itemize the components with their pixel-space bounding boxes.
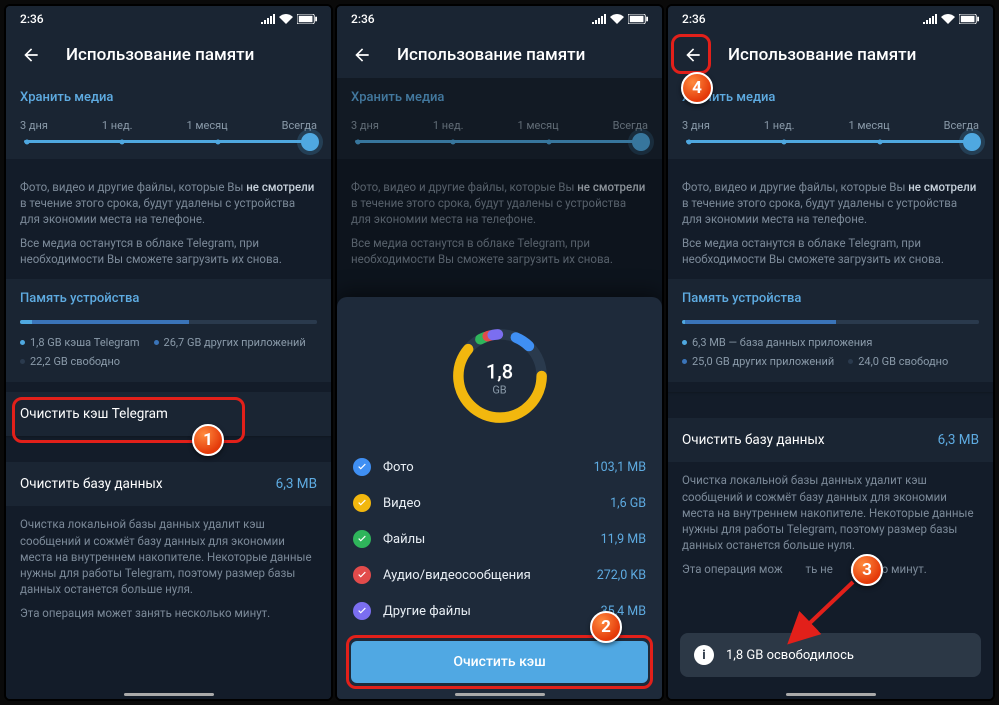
- cat-row-photo[interactable]: Фото 103,1 MB: [351, 449, 648, 485]
- statusbar: 2:36: [6, 6, 331, 32]
- clear-cache-label: Очистить кэш Telegram: [20, 406, 168, 422]
- content: Хранить медиа 3 дня1 нед. 1 месяцВсегда …: [668, 78, 993, 699]
- back-button[interactable]: [347, 40, 377, 70]
- clock: 2:36: [682, 12, 706, 26]
- clear-db-button[interactable]: Очистить базу данных 6,3 MB: [6, 462, 331, 506]
- cat-row-audio[interactable]: Аудио/видеосообщения 272,0 KB: [351, 557, 648, 593]
- battery-icon: [297, 14, 317, 24]
- appbar: Использование памяти: [6, 32, 331, 78]
- clear-db-desc: Очистка локальной базы данных удалит кэш…: [668, 462, 993, 589]
- checkbox-icon[interactable]: [353, 566, 371, 584]
- db-size-value: 6,3 MB: [276, 476, 317, 492]
- storage-legend: 6,3 MB — база данных приложения 25,0 GB …: [682, 336, 979, 368]
- db-size-value: 6,3 MB: [938, 432, 979, 448]
- storage-bar: [682, 320, 979, 324]
- signal-icon: [592, 14, 606, 24]
- page-title: Использование памяти: [66, 45, 254, 65]
- device-storage-header: Память устройства: [20, 291, 317, 306]
- signal-icon: [261, 14, 275, 24]
- keep-media-section: Хранить медиа 3 дня 1 нед. 1 месяц Всегд…: [6, 78, 331, 159]
- toast-text: 1,8 GB освободилось: [726, 648, 854, 663]
- page-title: Использование памяти: [728, 45, 916, 65]
- slider[interactable]: [24, 140, 313, 143]
- clear-cache-button[interactable]: Очистить кэш Telegram: [6, 392, 331, 436]
- checkbox-icon[interactable]: [353, 458, 371, 476]
- screen-2: 2:36 Использование памяти Хранить медиа …: [335, 4, 664, 701]
- status-icons: [592, 14, 648, 24]
- back-arrow-icon: [352, 45, 372, 65]
- storage-donut: 1,8 GB: [351, 311, 648, 449]
- checkbox-icon[interactable]: [353, 494, 371, 512]
- appbar: Использование памяти: [337, 32, 662, 78]
- donut-unit: GB: [486, 384, 513, 397]
- clock: 2:36: [351, 12, 375, 26]
- cat-row-other[interactable]: Другие файлы 35,4 MB: [351, 593, 648, 629]
- wifi-icon: [279, 14, 293, 24]
- back-arrow-icon: [21, 45, 41, 65]
- battery-icon: [959, 14, 979, 24]
- status-icons: [261, 14, 317, 24]
- back-button[interactable]: [16, 40, 46, 70]
- device-storage-section: Память устройства 1,8 GB кэша Telegram 2…: [6, 279, 331, 382]
- storage-legend: 1,8 GB кэша Telegram 26,7 GB других прил…: [20, 336, 317, 368]
- checkbox-icon[interactable]: [353, 602, 371, 620]
- home-indicator[interactable]: [455, 693, 545, 696]
- battery-icon: [628, 14, 648, 24]
- keep-media-desc: Фото, видео и другие файлы, которые Вы н…: [6, 169, 331, 279]
- wifi-icon: [610, 14, 624, 24]
- keep-media-section: Хранить медиа 3 дня1 нед. 1 месяцВсегда: [337, 78, 662, 159]
- slider-thumb[interactable]: [301, 133, 319, 151]
- appbar: Использование памяти: [668, 32, 993, 78]
- statusbar: 2:36: [668, 6, 993, 32]
- content: Хранить медиа 3 дня 1 нед. 1 месяц Всегд…: [6, 78, 331, 699]
- keep-media-header: Хранить медиа: [20, 90, 317, 105]
- back-button[interactable]: [678, 40, 708, 70]
- clear-cache-confirm-button[interactable]: Очистить кэш: [351, 641, 648, 683]
- statusbar: 2:36: [337, 6, 662, 32]
- slider-labels: 3 дня 1 нед. 1 месяц Всегда: [20, 119, 317, 132]
- slider-opt: 1 нед.: [102, 119, 133, 132]
- storage-bar: [20, 320, 317, 324]
- clear-cache-modal: 1,8 GB Фото 103,1 MB Видео 1,6 GB Файлы …: [337, 297, 662, 699]
- keep-media-section: Хранить медиа 3 дня1 нед. 1 месяцВсегда: [668, 78, 993, 159]
- page-title: Использование памяти: [397, 45, 585, 65]
- donut-value: 1,8: [486, 360, 513, 384]
- wifi-icon: [941, 14, 955, 24]
- status-icons: [923, 14, 979, 24]
- screen-3: 2:36 Использование памяти Хранить медиа …: [666, 4, 995, 701]
- slider-opt: Всегда: [282, 119, 317, 132]
- info-icon: i: [694, 645, 714, 665]
- cat-row-video[interactable]: Видео 1,6 GB: [351, 485, 648, 521]
- category-list: Фото 103,1 MB Видео 1,6 GB Файлы 11,9 MB…: [351, 449, 648, 629]
- clock: 2:36: [20, 12, 44, 26]
- checkbox-icon[interactable]: [353, 530, 371, 548]
- slider[interactable]: [686, 140, 975, 143]
- clear-db-button[interactable]: Очистить базу данных 6,3 MB: [668, 418, 993, 462]
- clear-db-label: Очистить базу данных: [682, 432, 825, 448]
- toast-freed: i 1,8 GB освободилось: [680, 633, 981, 677]
- clear-db-desc: Очистка локальной базы данных удалит кэш…: [6, 506, 331, 633]
- device-storage-section: Память устройства 6,3 MB — база данных п…: [668, 279, 993, 382]
- home-indicator[interactable]: [786, 693, 876, 696]
- signal-icon: [923, 14, 937, 24]
- cat-row-files[interactable]: Файлы 11,9 MB: [351, 521, 648, 557]
- screen-1: 2:36 Использование памяти Хранить медиа …: [4, 4, 333, 701]
- back-arrow-icon: [683, 45, 703, 65]
- slider-opt: 1 месяц: [186, 119, 227, 132]
- clear-db-label: Очистить базу данных: [20, 476, 163, 492]
- slider-opt: 3 дня: [20, 119, 48, 132]
- home-indicator[interactable]: [124, 693, 214, 696]
